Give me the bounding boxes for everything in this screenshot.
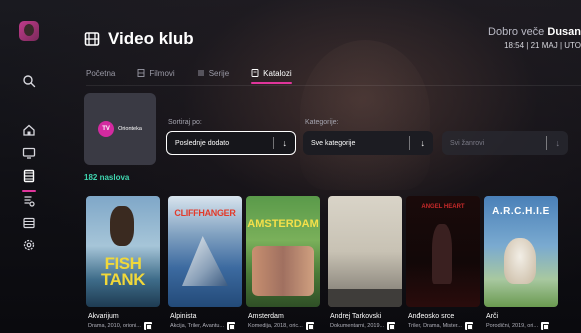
results-count: 182 naslova (84, 173, 130, 182)
provider-card[interactable]: TV Orionteka (84, 93, 156, 165)
poster-title: ANGEL HEART (421, 204, 465, 210)
datetime: 18:54 | 21 MAJ | UTO (504, 41, 581, 50)
tab-bar: Početna Filmovi Serije Katalozi (86, 66, 293, 84)
greeting-prefix: Dobro veče (488, 26, 545, 38)
tab-label: Početna (86, 68, 116, 78)
sort-value: Poslednje dodato (175, 139, 230, 147)
movie-meta-text: Triler, Drama, Mister... (408, 323, 462, 329)
movie-title: Alpinista (170, 313, 197, 320)
page-title: Video klub (84, 29, 194, 49)
genre-value: Svi žanrovi (450, 139, 485, 147)
catalog-badge-icon (143, 322, 152, 330)
poster-figure (432, 224, 452, 284)
tv-icon[interactable] (22, 146, 36, 160)
select-separator (409, 136, 410, 150)
select-separator (273, 137, 274, 149)
catalog-badge-icon (387, 322, 396, 330)
movie-meta-text: Akcija, Triler, Avantu... (170, 323, 225, 329)
poster-title: A.R.C.H.I.E (492, 206, 550, 217)
provider-name: Orionteka (118, 126, 142, 132)
movie-title: Amsterdam (248, 313, 284, 320)
poster-cast (252, 246, 314, 296)
catalog-badge-icon (540, 322, 549, 330)
movie-meta-text: Drama, 2010, orioni... (88, 323, 141, 329)
poster-landscape (328, 289, 402, 307)
catalog-icon (251, 69, 259, 77)
sort-select[interactable]: Poslednje dodato ↓ (166, 131, 296, 155)
poster-mountain (182, 236, 228, 286)
film-icon[interactable] (22, 169, 36, 183)
arrow-down-icon: ↓ (420, 138, 426, 148)
sidebar-active-indicator (22, 190, 36, 192)
movie-meta: Dokumentarni, 2019... (330, 322, 396, 330)
tab-katalozi[interactable]: Katalozi (251, 66, 293, 84)
arrow-down-icon: ↓ (282, 138, 288, 148)
movie-meta: Drama, 2010, orioni... (88, 322, 152, 330)
tab-pocetna[interactable]: Početna (86, 66, 115, 80)
movie-meta: Akcija, Triler, Avantu... (170, 322, 236, 330)
recordings-icon[interactable] (22, 194, 36, 208)
movie-meta-text: Komedija, 2018, oric... (248, 323, 303, 329)
guide-icon[interactable] (22, 216, 36, 230)
movie-poster[interactable]: ANGEL HEART (406, 196, 480, 307)
avatar[interactable] (19, 21, 39, 41)
greeting: Dobro veče Dusan 18:54 | 21 MAJ | UTO (488, 26, 581, 50)
poster-title: FISH TANK (101, 254, 145, 289)
tab-filmovi[interactable]: Filmovi (137, 66, 175, 80)
genre-select[interactable]: Svi žanrovi ↓ (442, 131, 568, 155)
tab-label: Filmovi (149, 68, 175, 78)
tab-serije[interactable]: Serije (197, 66, 229, 80)
category-value: Sve kategorije (311, 139, 356, 147)
arrow-down-icon: ↓ (555, 138, 561, 148)
background-image (300, 40, 430, 190)
poster-figure (110, 206, 134, 246)
movie-poster[interactable]: FISH TANK (86, 196, 160, 307)
movie-meta-text: Porodični, 2019, ori... (486, 323, 538, 329)
user-name: Dusan (547, 26, 581, 38)
category-select[interactable]: Sve kategorije ↓ (303, 131, 433, 155)
catalog-badge-icon (464, 322, 473, 330)
search-icon[interactable] (22, 74, 36, 88)
page-title-text: Video klub (108, 29, 194, 48)
movie-title: Andrej Tarkovski (330, 313, 382, 320)
poster-title: CLIFFHANGER (174, 208, 236, 218)
tab-divider (86, 85, 581, 86)
poster-dog (504, 238, 536, 284)
movie-meta-text: Dokumentarni, 2019... (330, 323, 385, 329)
home-icon[interactable] (22, 123, 36, 137)
movie-title: Anđeosko srce (408, 313, 455, 320)
select-separator (546, 136, 547, 150)
category-label: Kategorije: (305, 119, 339, 126)
movie-meta: Komedija, 2018, oric... (248, 322, 314, 330)
film-strip-icon (84, 32, 100, 46)
catalog-badge-icon (305, 322, 314, 330)
movie-poster[interactable]: CLIFFHANGER (168, 196, 242, 307)
movie-poster[interactable] (328, 196, 402, 307)
provider-logo: TV (98, 121, 115, 137)
poster-title: AMSTERDAM (247, 218, 319, 230)
movie-poster[interactable]: AMSTERDAM (246, 196, 320, 307)
movie-meta: Porodični, 2019, ori... (486, 322, 549, 330)
movie-meta: Triler, Drama, Mister... (408, 322, 473, 330)
movie-title: Akvarijum (88, 313, 119, 320)
series-icon (197, 70, 204, 76)
greeting-line: Dobro veče Dusan (488, 26, 581, 38)
tab-label: Katalozi (263, 68, 292, 78)
movie-title: Arči (486, 313, 499, 320)
catalog-badge-icon (227, 322, 236, 330)
settings-icon[interactable] (22, 238, 36, 252)
movie-poster[interactable]: A.R.C.H.I.E (484, 196, 558, 307)
sort-label: Sortiraj po: (168, 119, 202, 126)
sidebar (0, 0, 60, 333)
tab-label: Serije (208, 68, 230, 78)
film-icon (137, 69, 145, 77)
